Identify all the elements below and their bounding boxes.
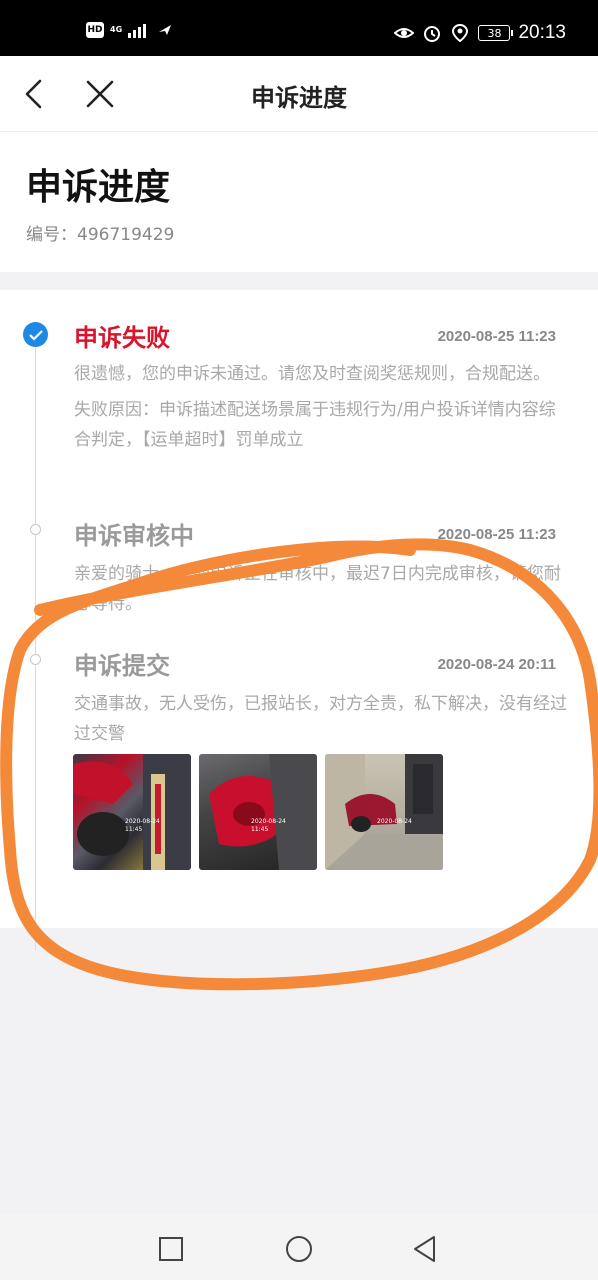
serial-value: 496719429 <box>77 225 175 245</box>
timeline-line <box>35 338 36 950</box>
timeline-dot <box>30 654 41 665</box>
wifi-icon <box>159 25 172 35</box>
timeline-card: 申诉失败 2020-08-25 11:23 很遗憾，您的申诉未通过。请您及时查阅… <box>0 290 598 950</box>
timeline-dot <box>30 524 41 535</box>
recent-apps-icon[interactable] <box>156 1234 186 1264</box>
eye-icon <box>394 28 415 38</box>
status-time: 2020-08-25 11:23 <box>437 526 556 543</box>
status-description: 交通事故，无人受伤，已报站长，对方全责，私下解决，没有经过过交警 <box>74 694 567 744</box>
nav-bar: 申诉进度 <box>0 56 598 132</box>
photo-timestamp: 2020-08-24 <box>377 818 412 825</box>
evidence-photo[interactable]: 2020-08-24 11:45 <box>73 754 191 870</box>
hd-badge: HD <box>86 22 104 38</box>
page-title: 申诉进度 <box>26 167 171 208</box>
network-type-label: 4G <box>110 25 123 34</box>
battery-icon: 38 <box>478 25 514 41</box>
evidence-photo[interactable]: 2020-08-24 <box>325 754 443 870</box>
status-time: 2020-08-25 11:23 <box>437 328 556 345</box>
failure-reason: 失败原因：申诉描述配送场景属于违规行为/用户投诉详情内容综合判定，【运单超时】罚… <box>74 400 556 450</box>
system-nav-bar <box>0 1214 598 1280</box>
timeline-item-failed: 申诉失败 2020-08-25 11:23 很遗憾，您的申诉未通过。请您及时查阅… <box>74 318 572 455</box>
back-triangle-icon[interactable] <box>410 1234 440 1264</box>
signal-icon <box>128 22 147 38</box>
location-icon <box>452 24 469 42</box>
status-left-group: HD 4G <box>86 22 174 38</box>
timeline-item-submitted: 申诉提交 2020-08-24 20:11 交通事故，无人受伤，已报站长，对方全… <box>74 646 572 749</box>
serial-label: 编号： <box>26 225 77 245</box>
status-description: 亲爱的骑士，您的申诉正在审核中，最迟7日内完成审核，请您耐心等待。 <box>74 564 561 614</box>
photo-timestamp: 2020-08-24 11:45 <box>251 818 286 833</box>
photo-timestamp: 2020-08-24 11:45 <box>125 818 160 833</box>
status-bar: HD 4G 38 20:13 <box>0 0 598 56</box>
evidence-photos: 2020-08-24 11:45 2020-08-24 11:45 2020-0… <box>73 754 443 870</box>
timeline-item-reviewing: 申诉审核中 2020-08-25 11:23 亲爱的骑士，您的申诉正在审核中，最… <box>74 516 572 619</box>
status-description: 很遗憾，您的申诉未通过。请您及时查阅奖惩规则，合规配送。 <box>74 364 550 384</box>
alarm-icon <box>424 26 441 42</box>
status-right-group: 38 20:13 <box>394 22 566 44</box>
evidence-photo[interactable]: 2020-08-24 11:45 <box>199 754 317 870</box>
serial-number: 编号：496719429 <box>26 220 174 245</box>
nav-title: 申诉进度 <box>251 84 347 112</box>
home-icon[interactable] <box>284 1234 314 1264</box>
status-clock: 20:13 <box>518 22 566 43</box>
status-time: 2020-08-24 20:11 <box>437 656 556 673</box>
check-circle-icon <box>23 322 48 347</box>
header-card: 申诉进度 编号：496719429 <box>0 132 598 272</box>
